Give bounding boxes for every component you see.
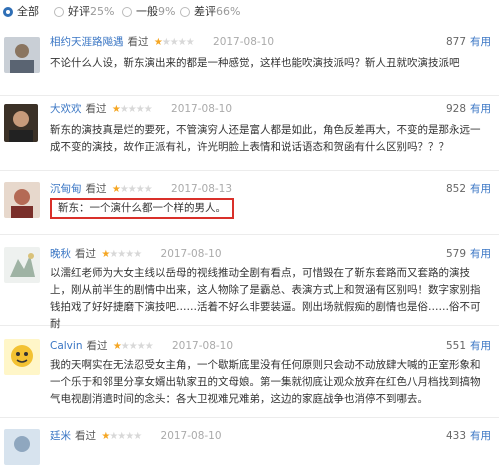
filter-neutral[interactable]: 一般9%: [122, 5, 175, 19]
username-link[interactable]: 沉甸甸: [50, 183, 82, 195]
rating-stars: ★★★★★: [101, 249, 142, 260]
username-link[interactable]: 相约天涯路飚遇: [50, 36, 124, 48]
useful-vote[interactable]: 852 有用: [446, 182, 491, 196]
avatar[interactable]: [4, 247, 40, 283]
rating-stars: ★★★★★: [112, 341, 154, 352]
filter-positive[interactable]: 好评25%: [54, 5, 114, 19]
review-text: 靳东的演技真是烂的要死，不管演穷人还是富人都是如此，角色反差再大，不变的是那永远…: [50, 124, 481, 153]
filter-all[interactable]: 全部: [3, 5, 39, 19]
review-text-highlighted: 靳东：一个演什么都一个样的男人。: [50, 198, 490, 219]
rating-stars: ★★★★★: [111, 104, 153, 115]
review-date: 2017-08-10: [213, 36, 275, 48]
review-item: 沉甸甸 看过 ★★★★★ 2017-08-13 852 有用 靳东：一个演什么都一个…: [0, 182, 499, 235]
review-item: Calvin 看过 ★★★★★ 2017-08-10 551 有用 我的天啊实在无法…: [0, 339, 499, 418]
radio-icon[interactable]: [180, 7, 190, 17]
review-text: 以濡红老师为大女主线以岳母的视线推动全剧有看点，可惜毁在了靳东套路而又套路的演技…: [50, 267, 481, 330]
review-header: 相约天涯路飚遇 看过 ★★★★★ 2017-08-10: [50, 36, 275, 48]
useful-vote[interactable]: 928 有用: [446, 102, 491, 116]
review-item: 大欢欢 看过 ★★★★★ 2017-08-10 928 有用 靳东的演技真是烂的要死…: [0, 102, 499, 171]
avatar[interactable]: [4, 339, 40, 375]
radio-icon[interactable]: [3, 7, 13, 17]
filter-negative[interactable]: 差评66%: [180, 5, 240, 19]
review-date: 2017-08-13: [171, 183, 233, 195]
username-link[interactable]: Calvin: [50, 340, 82, 352]
review-date: 2017-08-10: [160, 430, 222, 442]
review-text: 不论什么人设，靳东演出来的都是一种感觉，这样也能吹演技派吗？靳人丑就吹演技派吧: [50, 57, 460, 69]
rating-stars: ★★★★★: [153, 37, 195, 48]
highlight-box: 靳东：一个演什么都一个样的男人。: [50, 198, 234, 219]
radio-icon[interactable]: [122, 7, 132, 17]
useful-vote[interactable]: 579 有用: [446, 247, 491, 261]
review-header: 廷米 看过 ★★★★★ 2017-08-10: [50, 430, 222, 442]
username-link[interactable]: 大欢欢: [50, 103, 82, 115]
avatar[interactable]: [4, 37, 40, 73]
review-header: Calvin 看过 ★★★★★ 2017-08-10: [50, 340, 234, 352]
avatar[interactable]: [4, 182, 40, 218]
rating-filter-bar: 全部 好评25% 一般9% 差评66%: [0, 0, 499, 22]
rating-stars: ★★★★★: [111, 184, 153, 195]
review-header: 沉甸甸 看过 ★★★★★ 2017-08-13: [50, 183, 233, 195]
review-item: 廷米 看过 ★★★★★ 2017-08-10 433 有用: [0, 429, 499, 465]
username-link[interactable]: 晚秋: [50, 248, 71, 260]
review-item: 相约天涯路飚遇 看过 ★★★★★ 2017-08-10 877 有用 不论什么人设，…: [0, 35, 499, 96]
review-date: 2017-08-10: [171, 103, 233, 115]
radio-icon[interactable]: [54, 7, 64, 17]
review-item: 晚秋 看过 ★★★★★ 2017-08-10 579 有用 以濡红老师为大女主线以岳…: [0, 247, 499, 330]
avatar[interactable]: [4, 429, 40, 465]
review-date: 2017-08-10: [172, 340, 234, 352]
review-header: 晚秋 看过 ★★★★★ 2017-08-10: [50, 248, 222, 260]
useful-vote[interactable]: 877 有用: [446, 35, 491, 49]
review-header: 大欢欢 看过 ★★★★★ 2017-08-10: [50, 103, 233, 115]
useful-vote[interactable]: 551 有用: [446, 339, 491, 353]
username-link[interactable]: 廷米: [50, 430, 71, 442]
review-text: 我的天啊实在无法忍受女主角，一个歇斯底里没有任何原则只会动不动放肆大喊的正室形象…: [50, 359, 481, 405]
review-date: 2017-08-10: [160, 248, 222, 260]
useful-vote[interactable]: 433 有用: [446, 429, 491, 443]
avatar[interactable]: [4, 104, 38, 142]
rating-stars: ★★★★★: [101, 431, 142, 442]
